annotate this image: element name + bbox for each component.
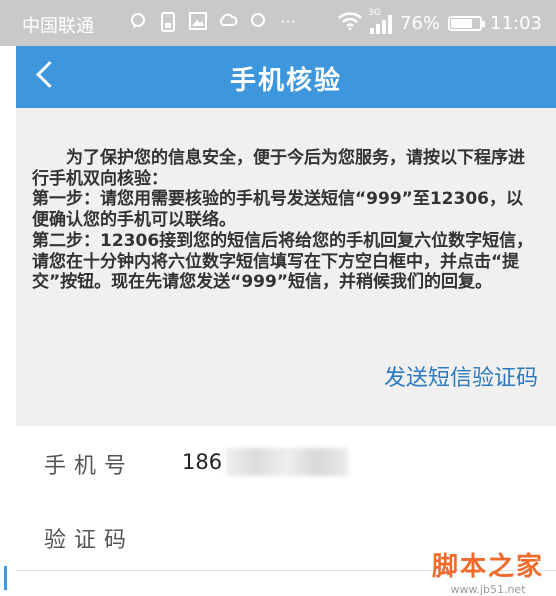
- phone-label: 手机号: [44, 454, 135, 479]
- app-header: 手机核验: [16, 46, 556, 108]
- watermark: 脚本之家 www.jb51.net: [432, 546, 544, 596]
- status-bar: 中国联通 ··· 3G 76% 11:03: [0, 0, 556, 46]
- signal-icon: 3G: [368, 8, 393, 34]
- cloud-icon: [218, 12, 238, 32]
- more-icon: ···: [280, 12, 296, 31]
- edge-marker: [4, 566, 7, 590]
- clock: 11:03: [490, 13, 542, 34]
- watermark-url: www.jb51.net: [450, 583, 526, 596]
- battery-icon: [448, 16, 486, 31]
- status-right: 3G 76% 11:03: [338, 8, 542, 35]
- notification-icons: ···: [128, 12, 298, 32]
- phone-redacted: [226, 448, 348, 476]
- wifi-icon: [338, 12, 362, 35]
- carrier-label: 中国联通: [22, 16, 94, 37]
- instructions-text: 为了保护您的信息安全，便于今后为您服务，请按以下程序进行手机双向核验： 第一步：…: [32, 148, 534, 293]
- circle-icon: [248, 12, 268, 32]
- phone-value[interactable]: 186: [182, 450, 222, 474]
- battery-percent: 76%: [400, 13, 441, 34]
- left-edge: [0, 46, 16, 594]
- send-sms-code-button[interactable]: 发送短信验证码: [384, 360, 538, 392]
- chat-icon: [128, 12, 148, 32]
- phone-row: 手机号 186: [16, 426, 556, 501]
- network-tag: 3G: [368, 7, 381, 18]
- code-label: 验证码: [44, 528, 135, 553]
- page-title: 手机核验: [229, 66, 342, 96]
- instructions-panel: 为了保护您的信息安全，便于今后为您服务，请按以下程序进行手机双向核验： 第一步：…: [16, 108, 556, 427]
- watermark-logo: 脚本之家: [431, 552, 544, 582]
- image-icon: [188, 12, 208, 32]
- phone-icon: [158, 12, 178, 32]
